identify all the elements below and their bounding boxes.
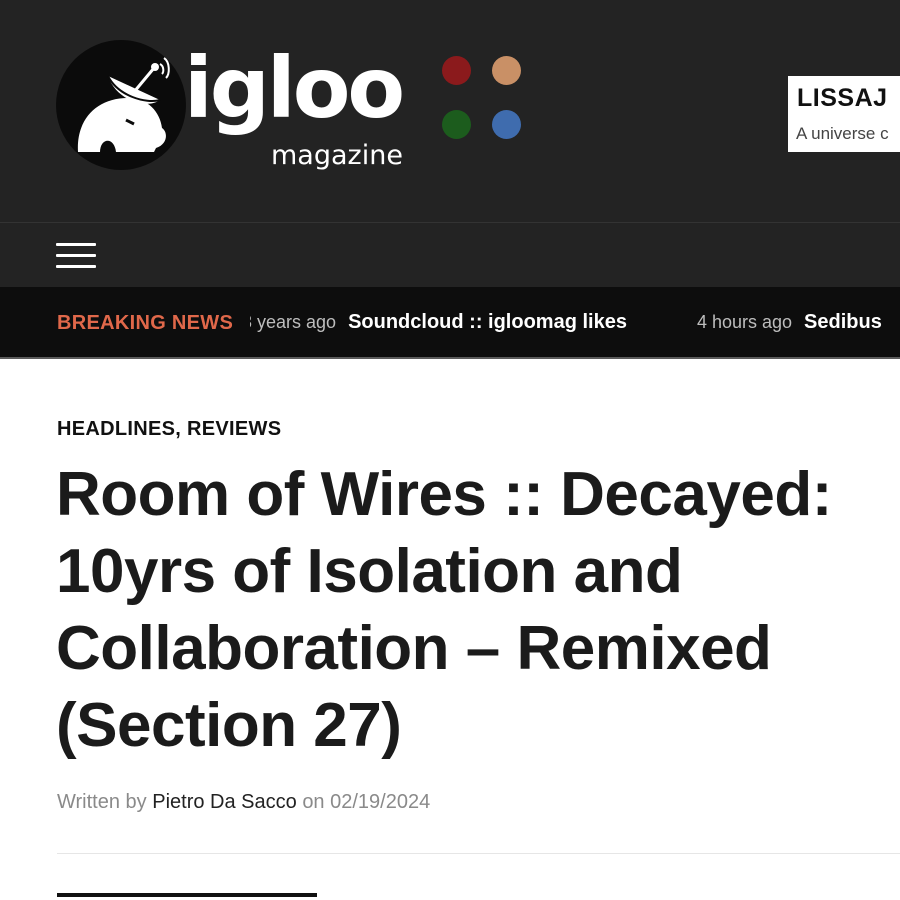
byline-prefix: Written by bbox=[57, 791, 147, 813]
byline-author-link[interactable]: Pietro Da Sacco bbox=[152, 791, 297, 813]
blue-dot-icon bbox=[492, 110, 521, 139]
logo-subtitle: magazine bbox=[271, 140, 403, 171]
header-ad-banner[interactable]: LISSAJ A universe c bbox=[788, 76, 900, 152]
ad-subtitle: A universe c bbox=[796, 124, 889, 143]
breaking-news-label: BREAKING NEWS bbox=[57, 312, 234, 334]
tan-dot-icon bbox=[492, 56, 521, 85]
hamburger-menu-icon[interactable] bbox=[56, 243, 96, 269]
nav-bar bbox=[0, 222, 900, 287]
color-dots-decoration bbox=[442, 56, 522, 140]
green-dot-icon bbox=[442, 110, 471, 139]
red-dot-icon bbox=[442, 56, 471, 85]
category-separator: , bbox=[175, 418, 187, 440]
igloo-magazine-logo[interactable]: igloo magazine bbox=[56, 40, 436, 180]
breaking-news-ticker: BREAKING NEWS 3 years ago Soundcloud :: i… bbox=[0, 287, 900, 359]
ticker-item-link[interactable]: Soundcloud :: igloomag likes bbox=[348, 311, 627, 333]
article-categories: HEADLINES, REVIEWS bbox=[57, 418, 281, 441]
logo-wordmark: igloo bbox=[184, 39, 405, 137]
article-byline: Written by Pietro Da Sacco on 02/19/2024 bbox=[57, 791, 430, 814]
igloo-satellite-logo-icon bbox=[56, 40, 186, 170]
section-divider bbox=[57, 853, 900, 854]
content-rule bbox=[57, 893, 317, 897]
category-link-reviews[interactable]: REVIEWS bbox=[187, 418, 281, 440]
category-link-headlines[interactable]: HEADLINES bbox=[57, 418, 175, 440]
byline-on: on bbox=[302, 791, 325, 813]
ticker-item-time: 3 years ago bbox=[250, 312, 337, 332]
site-header: igloo magazine LISSAJ A universe c bbox=[0, 0, 900, 222]
byline-date: 02/19/2024 bbox=[330, 791, 431, 813]
ticker-track: 3 years ago Soundcloud :: igloomag likes 4… bbox=[250, 287, 900, 357]
ticker-items: 3 years ago Soundcloud :: igloomag likes 4… bbox=[250, 311, 882, 334]
article-title: Room of Wires :: Decayed: 10yrs of Isola… bbox=[56, 460, 832, 760]
ticker-item-link[interactable]: Sedibus bbox=[804, 311, 882, 333]
ticker-item-time: 4 hours ago bbox=[696, 312, 793, 332]
ad-title: LISSAJ bbox=[797, 84, 888, 112]
